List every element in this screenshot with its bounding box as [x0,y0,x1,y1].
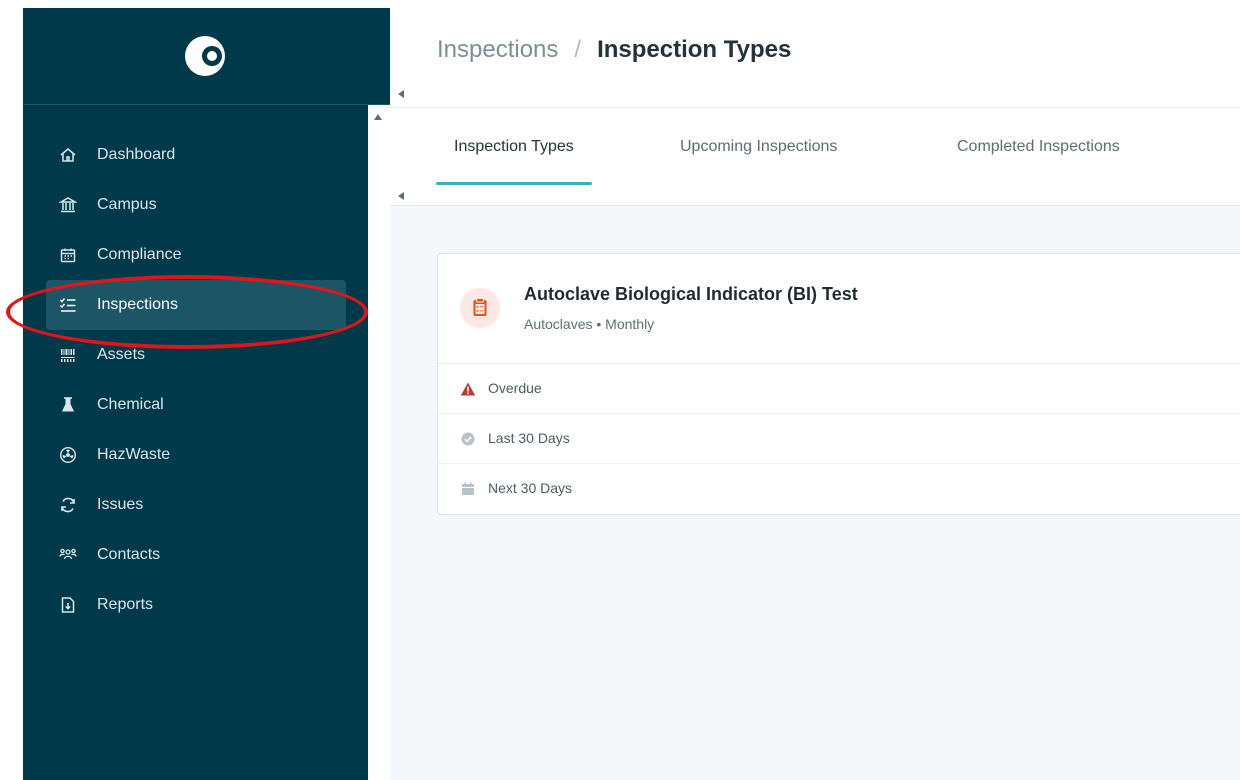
sidebar-item-reports[interactable]: Reports [46,580,346,630]
sidebar-item-contacts[interactable]: Contacts [46,530,346,580]
refresh-icon [61,497,75,513]
tab-inspection-types[interactable]: Inspection Types [436,137,592,185]
inspection-type-card[interactable]: Autoclave Biological Indicator (BI) Test… [437,253,1240,515]
barcode-icon [61,349,75,362]
tab-label: Upcoming Inspections [680,138,838,155]
report-icon [61,597,75,613]
sidebar-header [23,8,390,105]
status-row-overdue[interactable]: Overdue [438,364,1240,414]
sidebar-item-inspections[interactable]: Inspections [46,280,346,330]
status-row-next-30-days[interactable]: Next 30 Days [438,464,1240,514]
status-row-last-30-days[interactable]: Last 30 Days [438,414,1240,464]
app-window: Dashboard Campus Compliance Inspections … [0,0,1240,780]
sidebar-item-issues[interactable]: Issues [46,480,346,530]
sidebar-item-label: Inspections [97,296,178,313]
users-icon [59,548,77,560]
inspection-type-subtitle: Autoclaves • Monthly [524,316,655,332]
sidebar-item-label: Campus [97,196,157,213]
building-icon [59,197,77,213]
page-header: Inspections / Inspection Types [390,8,1240,108]
sidebar-item-hazwaste[interactable]: HazWaste [46,430,346,480]
sidebar-item-label: Dashboard [97,146,176,163]
warning-icon [460,382,476,396]
page-title: Inspection Types [597,36,792,63]
tab-scroll-left-icon[interactable] [398,192,404,200]
tab-completed-inspections[interactable]: Completed Inspections [939,137,1138,185]
home-icon [60,148,76,162]
main-content: Inspections / Inspection Types Inspectio… [374,8,1240,780]
sidebar-item-label: Chemical [97,396,164,413]
sidebar-item-label: Reports [97,596,154,613]
sidebar-item-chemical[interactable]: Chemical [46,380,346,430]
sidebar-nav: Dashboard Campus Compliance Inspections … [46,130,346,630]
breadcrumb-separator: / [574,36,582,63]
status-label: Next 30 Days [488,480,573,496]
scroll-left-arrow-icon[interactable] [398,90,404,98]
sidebar-item-label: Assets [97,346,146,363]
card-header: Autoclave Biological Indicator (BI) Test… [438,254,1240,364]
sidebar-item-label: Contacts [97,546,161,563]
tab-upcoming-inspections[interactable]: Upcoming Inspections [662,137,855,185]
app-logo-icon[interactable] [182,33,228,79]
sidebar-item-dashboard[interactable]: Dashboard [46,130,346,180]
status-label: Last 30 Days [488,430,570,446]
sidebar-item-label: Compliance [97,246,182,263]
sidebar-scroll-up-icon[interactable] [374,114,382,120]
radiation-icon [59,446,77,464]
checklist-icon [59,298,76,312]
inspection-type-title[interactable]: Autoclave Biological Indicator (BI) Test [524,284,858,305]
sidebar: Dashboard Campus Compliance Inspections … [23,105,368,780]
tab-label: Completed Inspections [957,138,1120,155]
calendar-icon [462,482,474,495]
sidebar-item-assets[interactable]: Assets [46,330,346,380]
check-circle-icon [461,432,475,446]
clipboard-icon [460,288,500,328]
sidebar-item-label: HazWaste [97,446,171,463]
sidebar-item-campus[interactable]: Campus [46,180,346,230]
breadcrumb: Inspections / Inspection Types [437,36,791,64]
sidebar-item-label: Issues [97,496,144,513]
flask-icon [62,397,74,412]
sidebar-item-compliance[interactable]: Compliance [46,230,346,280]
calendar-icon [60,248,76,263]
tab-label: Inspection Types [454,138,574,155]
breadcrumb-parent-link[interactable]: Inspections [437,36,558,64]
tab-bar: Inspection Types Upcoming Inspections Co… [390,108,1240,206]
status-label: Overdue [488,380,542,396]
